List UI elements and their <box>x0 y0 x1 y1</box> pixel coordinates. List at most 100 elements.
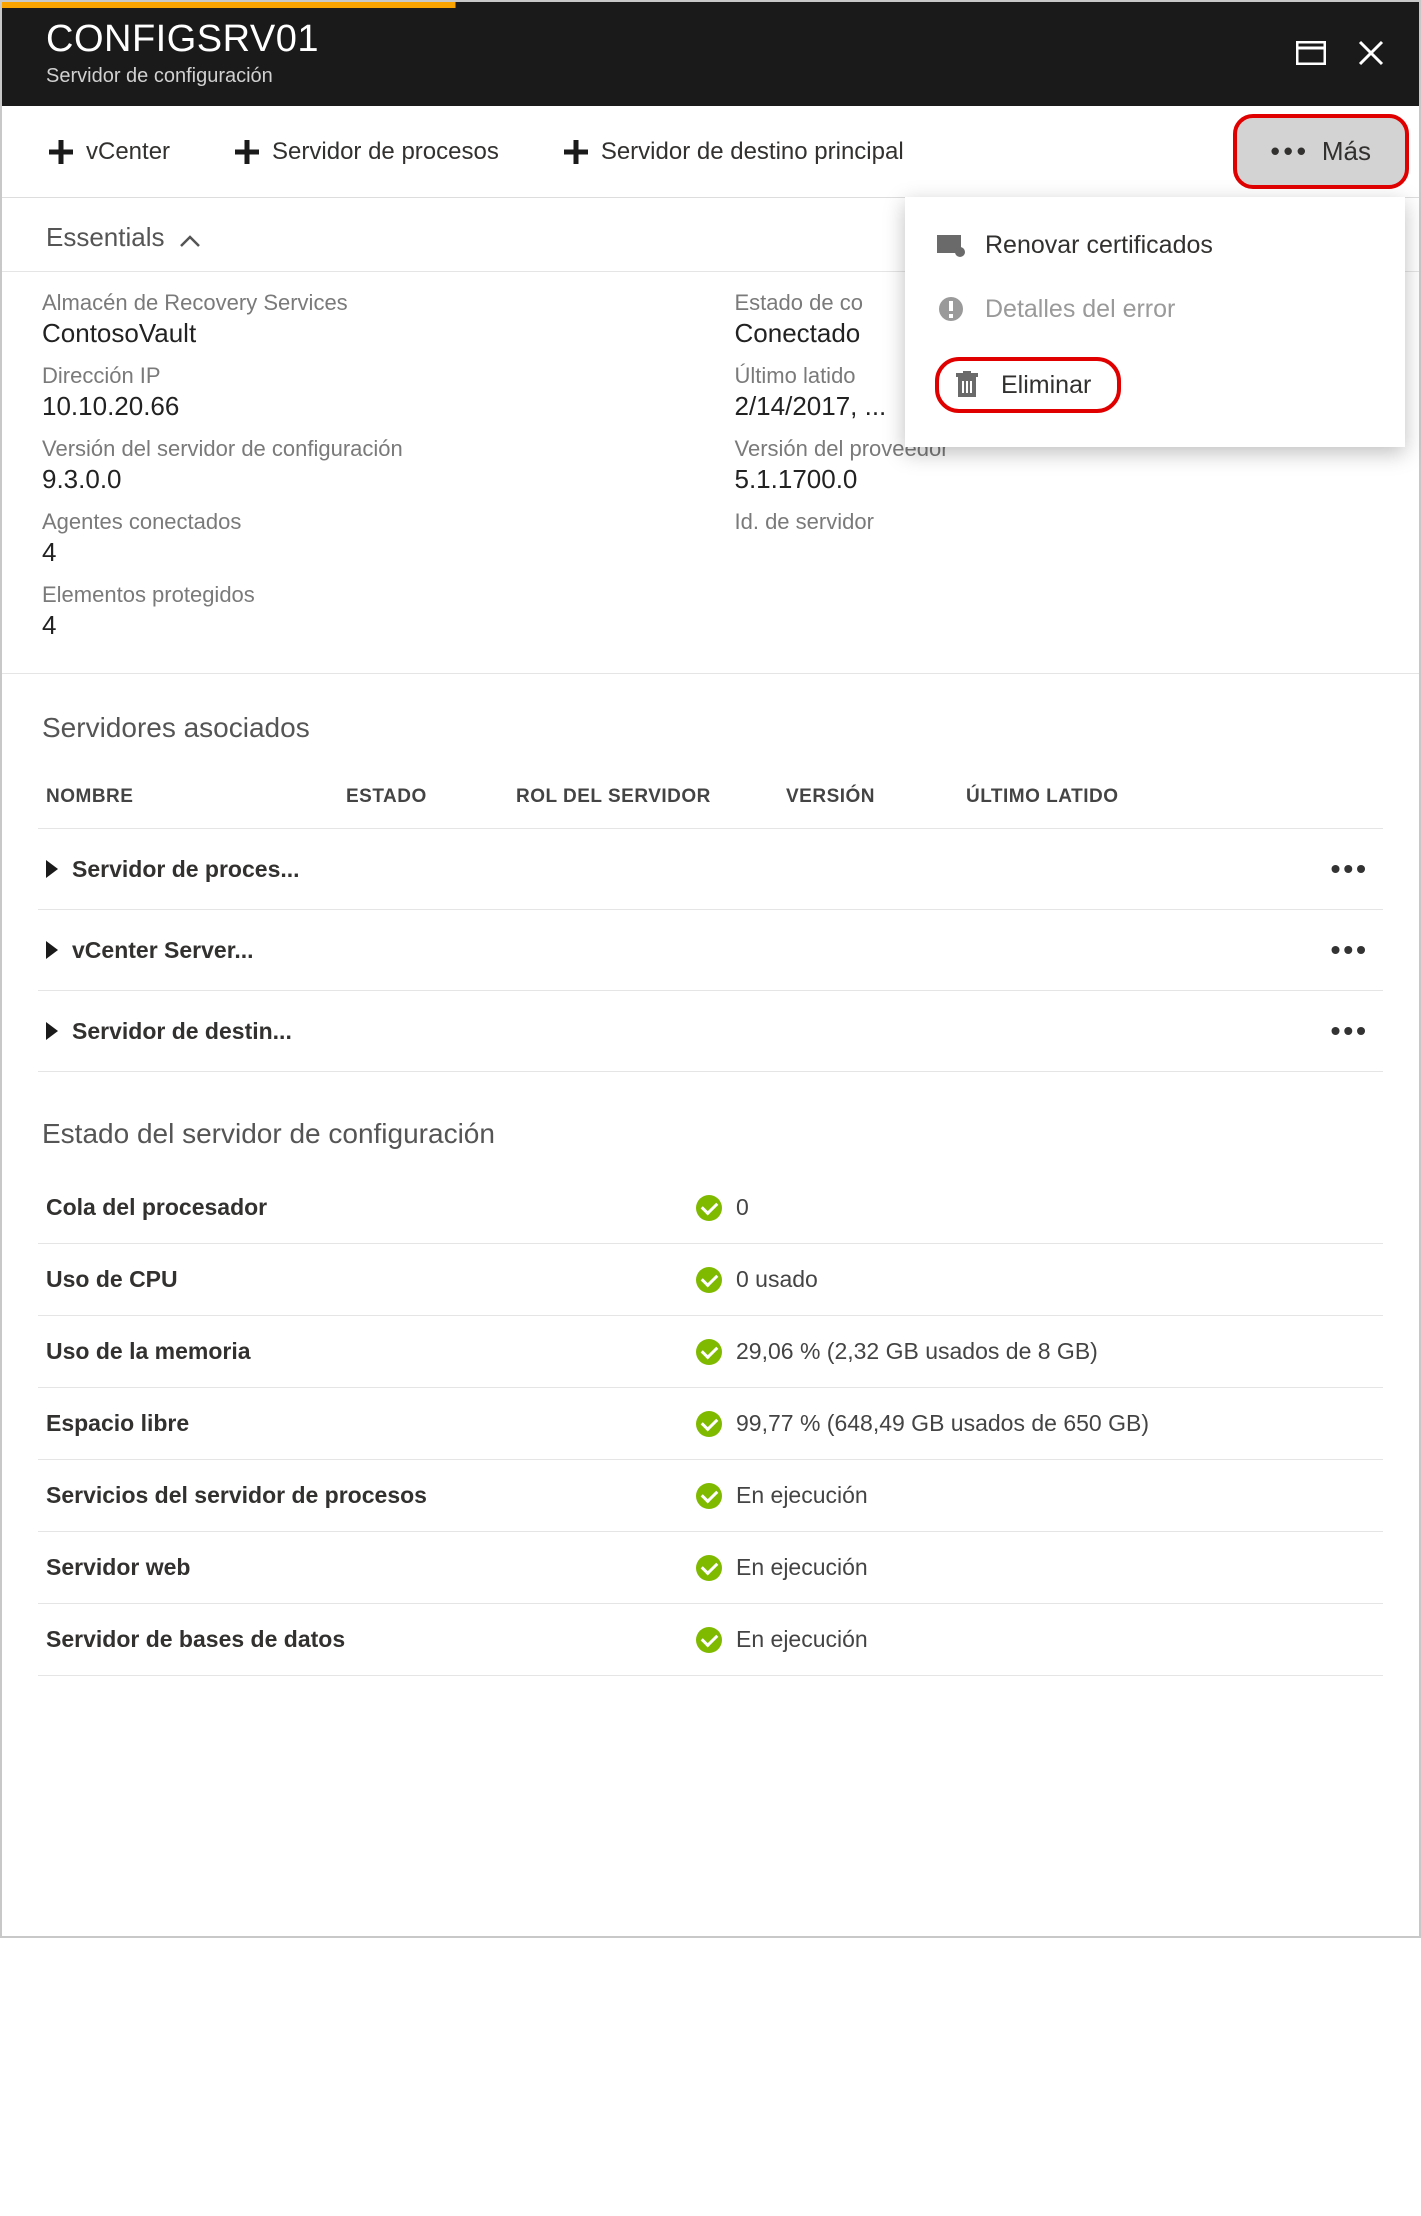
error-details-item: Detalles del error <box>905 277 1405 341</box>
status-row: Servicios del servidor de procesos En ej… <box>38 1460 1383 1532</box>
add-process-server-button[interactable]: Servidor de procesos <box>224 131 507 173</box>
add-master-target-button[interactable]: Servidor de destino principal <box>553 131 912 173</box>
plus-icon <box>46 137 76 167</box>
field-value: ContosoVault <box>42 318 687 349</box>
vault-cell: Almacén de Recovery Services ContosoVaul… <box>38 284 691 357</box>
chevron-up-icon <box>179 224 201 255</box>
associated-server-row[interactable]: vCenter Server... ••• <box>38 910 1383 991</box>
ok-icon <box>696 1555 722 1581</box>
associated-server-row[interactable]: Servidor de destin... ••• <box>38 991 1383 1072</box>
expand-triangle-icon <box>46 941 58 959</box>
field-value: 5.1.1700.0 <box>735 464 1380 495</box>
empty-cell <box>731 576 1384 649</box>
server-id-cell: Id. de servidor <box>731 503 1384 576</box>
expand-triangle-icon <box>46 1022 58 1040</box>
row-name: Servidor de destin... <box>72 1018 1325 1045</box>
status-label: Espacio libre <box>46 1410 696 1437</box>
field-value: 10.10.20.66 <box>42 391 687 422</box>
row-actions-icon[interactable]: ••• <box>1325 934 1375 966</box>
status-row: Uso de CPU 0 usado <box>38 1244 1383 1316</box>
col-name: NOMBRE <box>46 786 346 808</box>
status-label: Servidor de bases de datos <box>46 1626 696 1653</box>
page-subtitle: Servidor de configuración <box>46 65 1271 88</box>
plus-icon <box>561 137 591 167</box>
status-row: Cola del procesador 0 <box>38 1172 1383 1244</box>
command-bar: vCenter Servidor de procesos Servidor de… <box>2 106 1419 198</box>
ok-icon <box>696 1195 722 1221</box>
row-actions-icon[interactable]: ••• <box>1325 1015 1375 1047</box>
agents-cell: Agentes conectados 4 <box>38 503 691 576</box>
field-label: Dirección IP <box>42 363 687 389</box>
status-label: Servidor web <box>46 1554 696 1581</box>
delete-highlight: Eliminar <box>935 357 1121 413</box>
ok-icon <box>696 1411 722 1437</box>
field-value: 4 <box>42 537 687 568</box>
restore-window-icon[interactable] <box>1291 33 1331 73</box>
section-title: Estado del servidor de configuración <box>42 1118 1383 1150</box>
status-value: 99,77 % (648,49 GB usados de 650 GB) <box>696 1410 1375 1437</box>
blade-header: CONFIGSRV01 Servidor de configuración <box>2 8 1419 106</box>
col-version: VERSIÓN <box>786 786 966 808</box>
status-value: 29,06 % (2,32 GB usados de 8 GB) <box>696 1338 1375 1365</box>
col-state: ESTADO <box>346 786 516 808</box>
row-actions-icon[interactable]: ••• <box>1325 853 1375 885</box>
field-value: 9.3.0.0 <box>42 464 687 495</box>
essentials-label: Essentials <box>46 222 165 253</box>
close-icon[interactable] <box>1351 33 1391 73</box>
config-version-cell: Versión del servidor de configuración 9.… <box>38 430 691 503</box>
field-label: Almacén de Recovery Services <box>42 290 687 316</box>
menu-label: Eliminar <box>1001 371 1091 400</box>
config-server-status-section: Estado del servidor de configuración Col… <box>2 1080 1419 1936</box>
protected-items-cell: Elementos protegidos 4 <box>38 576 691 649</box>
menu-label: Renovar certificados <box>985 231 1213 260</box>
trash-icon <box>951 369 983 401</box>
field-label: Agentes conectados <box>42 509 687 535</box>
ellipsis-icon: ••• <box>1271 136 1310 167</box>
status-label: Uso de la memoria <box>46 1338 696 1365</box>
field-label: Elementos protegidos <box>42 582 687 608</box>
status-row: Uso de la memoria 29,06 % (2,32 GB usado… <box>38 1316 1383 1388</box>
ok-icon <box>696 1339 722 1365</box>
ok-icon <box>696 1267 722 1293</box>
ok-icon <box>696 1627 722 1653</box>
field-label: Id. de servidor <box>735 509 1380 535</box>
status-row: Servidor web En ejecución <box>38 1532 1383 1604</box>
blade-root: CONFIGSRV01 Servidor de configuración vC… <box>0 0 1421 1938</box>
delete-item[interactable]: Eliminar <box>905 341 1405 429</box>
error-info-icon <box>935 293 967 325</box>
menu-label: Detalles del error <box>985 295 1175 324</box>
header-titles: CONFIGSRV01 Servidor de configuración <box>46 18 1271 88</box>
toolbar-label: Servidor de destino principal <box>601 138 904 166</box>
expand-triangle-icon <box>46 860 58 878</box>
row-name: Servidor de proces... <box>72 856 1325 883</box>
col-role: ROL DEL SERVIDOR <box>516 786 786 808</box>
status-row: Servidor de bases de datos En ejecución <box>38 1604 1383 1676</box>
status-label: Uso de CPU <box>46 1266 696 1293</box>
page-title: CONFIGSRV01 <box>46 18 1271 61</box>
status-row: Espacio libre 99,77 % (648,49 GB usados … <box>38 1388 1383 1460</box>
ok-icon <box>696 1483 722 1509</box>
status-value: En ejecución <box>696 1554 1375 1581</box>
ip-cell: Dirección IP 10.10.20.66 <box>38 357 691 430</box>
field-label: Versión del servidor de configuración <box>42 436 687 462</box>
associated-servers-section: Servidores asociados NOMBRE ESTADO ROL D… <box>2 674 1419 1080</box>
plus-icon <box>232 137 262 167</box>
add-vcenter-button[interactable]: vCenter <box>38 131 178 173</box>
status-value: 0 usado <box>696 1266 1375 1293</box>
status-label: Cola del procesador <box>46 1194 696 1221</box>
section-title: Servidores asociados <box>42 712 1383 744</box>
renew-certificates-item[interactable]: Renovar certificados <box>905 213 1405 277</box>
more-button[interactable]: ••• Más <box>1233 114 1409 189</box>
associated-servers-header: NOMBRE ESTADO ROL DEL SERVIDOR VERSIÓN Ú… <box>38 766 1383 829</box>
status-value: 0 <box>696 1194 1375 1221</box>
status-value: En ejecución <box>696 1482 1375 1509</box>
field-value: 4 <box>42 610 687 641</box>
associated-server-row[interactable]: Servidor de proces... ••• <box>38 829 1383 910</box>
more-menu: Renovar certificados Detalles del error … <box>905 197 1405 447</box>
col-heartbeat: ÚLTIMO LATIDO <box>966 786 1375 808</box>
certificate-icon <box>935 229 967 261</box>
toolbar-label: Servidor de procesos <box>272 138 499 166</box>
more-label: Más <box>1322 136 1371 167</box>
status-label: Servicios del servidor de procesos <box>46 1482 696 1509</box>
row-name: vCenter Server... <box>72 937 1325 964</box>
